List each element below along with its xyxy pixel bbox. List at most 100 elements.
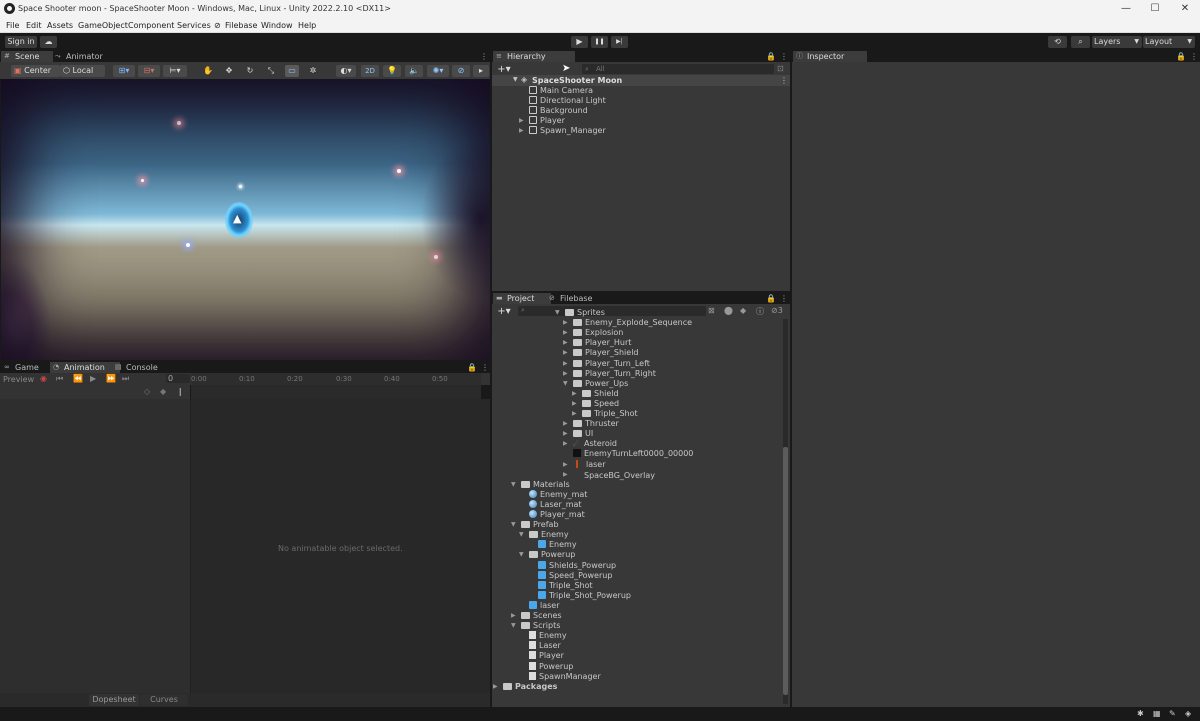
expand-arrow-icon[interactable]: ▶ — [563, 470, 568, 480]
project-item[interactable]: Enemy — [538, 540, 577, 550]
project-item[interactable]: Player — [529, 651, 564, 661]
history-icon[interactable]: ⟲ — [1048, 36, 1067, 48]
lock-icon[interactable]: 🔒 — [766, 294, 776, 303]
next-key-icon[interactable]: ⏩ — [106, 374, 116, 383]
more-options-icon[interactable]: ⋮ — [1190, 52, 1198, 61]
lock-icon[interactable]: 🔒 — [1176, 52, 1186, 61]
expand-arrow-icon[interactable]: ▶ — [572, 399, 577, 409]
project-item[interactable]: SpawnManager — [529, 671, 601, 682]
collapse-arrow-icon[interactable]: ▼ — [511, 480, 516, 490]
dopesheet-button[interactable]: Dopesheet — [89, 694, 139, 706]
expand-arrow-icon[interactable]: ▶ — [563, 359, 568, 369]
tab-game[interactable]: ∞ Game — [1, 362, 53, 373]
expand-arrow-icon[interactable]: ▼ — [513, 76, 518, 83]
pause-button[interactable]: ❚❚ — [591, 36, 608, 48]
project-item[interactable]: Enemy_mat — [529, 489, 587, 500]
menu-edit[interactable]: Edit — [26, 21, 42, 30]
expand-arrow-icon[interactable]: ▶ — [563, 328, 568, 338]
2d-toggle[interactable]: 2D — [361, 65, 379, 77]
tab-scene[interactable]: # Scene — [1, 51, 53, 62]
lighting-icon[interactable]: 💡 — [383, 65, 401, 77]
menu-assets[interactable]: Assets — [47, 21, 73, 30]
project-item[interactable]: ▶ Speed — [572, 399, 619, 409]
tab-filebase[interactable]: ⊘ Filebase — [546, 293, 610, 304]
project-item[interactable]: ▼ Materials — [511, 480, 570, 490]
curves-button[interactable]: Curves — [140, 694, 188, 706]
expand-arrow-icon[interactable]: ▶ — [563, 429, 568, 439]
space-dropdown[interactable]: ⬡ Local — [60, 65, 105, 77]
snap-increment-icon[interactable]: ⊟▾ — [138, 65, 160, 77]
expand-arrow-icon[interactable]: ▶ — [563, 318, 568, 328]
expand-arrow-icon[interactable]: ▶ — [563, 460, 568, 470]
project-item[interactable]: ▶ Scenes — [511, 611, 562, 621]
project-item[interactable]: ▶ SpaceBG_Overlay — [563, 470, 655, 480]
sign-in-button[interactable]: Sign in — [5, 36, 37, 48]
tab-inspector[interactable]: ⓘ Inspector — [793, 51, 867, 62]
project-item[interactable]: ▶ Thruster — [563, 419, 619, 429]
timeline-ruler[interactable]: 0:00 0:10 0:20 0:30 0:40 0:50 — [191, 373, 481, 385]
project-item[interactable]: ▼ Sprites — [555, 308, 605, 318]
expand-arrow-icon[interactable]: ▶ — [511, 611, 516, 621]
lock-icon[interactable]: 🔒 — [766, 52, 776, 61]
scene-row[interactable]: ▼ ◈ SpaceShooter Moon ⋮ — [492, 75, 790, 86]
expand-arrow-icon[interactable]: ▶ — [572, 389, 577, 399]
project-item[interactable]: Player_mat — [529, 510, 585, 520]
project-item[interactable]: ▼ Power_Ups — [563, 379, 628, 389]
project-item[interactable]: ▶ Player_Hurt — [563, 338, 631, 348]
collapse-arrow-icon[interactable]: ▼ — [511, 621, 516, 631]
project-item[interactable]: ▶ Player_Turn_Left — [563, 359, 650, 369]
project-item[interactable]: ▶ ☄ Asteroid — [563, 439, 617, 449]
align-icon[interactable]: ⊨▾ — [163, 65, 187, 77]
progress-icon[interactable]: ✎ — [1169, 709, 1176, 718]
audio-icon[interactable]: 🔈 — [405, 65, 423, 77]
effects-icon[interactable]: ✺▾ — [427, 65, 449, 77]
collapse-arrow-icon[interactable]: ▼ — [555, 308, 560, 318]
project-item[interactable]: Enemy — [529, 631, 567, 641]
prev-key-icon[interactable]: ⏪ — [73, 374, 83, 383]
project-item[interactable]: ▶ UI — [563, 429, 593, 439]
more-options-icon[interactable]: ⋮ — [480, 52, 488, 61]
filter-icon[interactable]: ⊡ — [777, 64, 784, 73]
hierarchy-item[interactable]: Background — [529, 106, 588, 116]
project-item[interactable]: ▶ laser — [563, 459, 606, 470]
play-anim-icon[interactable]: ▶ — [90, 374, 96, 383]
menu-gameobject[interactable]: GameObject — [78, 21, 128, 30]
tab-hierarchy[interactable]: ≡ Hierarchy — [493, 51, 575, 62]
menu-services[interactable]: Services — [177, 21, 211, 30]
play-button[interactable]: ▶ — [571, 36, 588, 48]
more-options-icon[interactable]: ⋮ — [481, 363, 489, 372]
bug-icon[interactable]: ✱ — [1137, 709, 1144, 718]
project-item[interactable]: Powerup — [529, 661, 573, 672]
scene-viewport[interactable] — [1, 79, 490, 360]
camera-settings-icon[interactable]: ▸ — [473, 65, 489, 77]
project-item[interactable]: Laser — [529, 641, 561, 651]
event-lane[interactable] — [191, 385, 481, 399]
menu-help[interactable]: Help — [298, 21, 316, 30]
grid-snap-icon[interactable]: ⊞▾ — [113, 65, 135, 77]
hierarchy-item[interactable]: Main Camera — [529, 86, 593, 96]
tab-animator[interactable]: ⤳ Animator — [52, 51, 116, 62]
expand-arrow-icon[interactable]: ▶ — [563, 439, 568, 449]
menu-filebase[interactable]: Filebase — [225, 21, 257, 30]
hierarchy-item[interactable]: Directional Light — [529, 96, 606, 106]
minimize-button[interactable]: — — [1119, 3, 1133, 14]
maximize-button[interactable]: ☐ — [1148, 3, 1162, 14]
hand-tool-icon[interactable]: ✋ — [201, 65, 215, 77]
last-key-icon[interactable]: ⏭ — [122, 374, 129, 384]
add-keyframe-icon[interactable]: ◇ — [144, 387, 150, 396]
project-item[interactable]: Laser_mat — [529, 499, 582, 510]
collapse-arrow-icon[interactable]: ▼ — [511, 520, 516, 530]
menu-component[interactable]: Component — [128, 21, 174, 30]
expand-arrow-icon[interactable]: ▶ — [563, 369, 568, 379]
record-icon[interactable]: ◉ — [40, 374, 47, 383]
frame-field[interactable]: 0 — [166, 374, 190, 383]
project-item[interactable]: Speed_Powerup — [538, 570, 612, 581]
graphics-icon[interactable]: ◈ — [1185, 709, 1191, 718]
expand-arrow-icon[interactable]: ▶ — [572, 409, 577, 419]
scrollbar-thumb[interactable] — [783, 447, 788, 695]
hierarchy-item[interactable]: ▶ Spawn_Manager — [519, 126, 606, 136]
expand-arrow-icon[interactable]: ▶ — [519, 126, 524, 136]
project-item[interactable]: laser — [529, 600, 560, 611]
event-marker-icon[interactable]: ❙ — [177, 387, 184, 396]
project-item[interactable]: ▶ Enemy_Explode_Sequence — [563, 318, 692, 328]
